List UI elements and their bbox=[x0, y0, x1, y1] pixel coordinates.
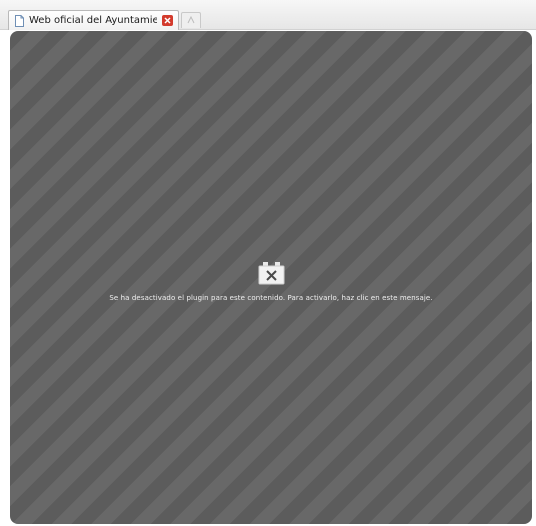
tab-title: Web oficial del Ayuntamien... bbox=[29, 15, 157, 26]
new-tab-icon[interactable] bbox=[181, 12, 201, 28]
page-viewport: Se ha desactivado el plugin para este co… bbox=[10, 31, 532, 524]
plugin-message[interactable]: Se ha desactivado el plugin para este co… bbox=[10, 294, 532, 302]
tab-active[interactable]: Web oficial del Ayuntamien... bbox=[8, 10, 179, 30]
missing-plugin-icon bbox=[258, 262, 284, 285]
plugin-placeholder[interactable]: Se ha desactivado el plugin para este co… bbox=[10, 261, 532, 302]
browser-window: Web oficial del Ayuntamien... Se ha desa… bbox=[0, 0, 536, 526]
page-icon bbox=[15, 14, 24, 27]
close-icon[interactable] bbox=[162, 15, 173, 26]
tab-strip: Web oficial del Ayuntamien... bbox=[0, 0, 536, 30]
